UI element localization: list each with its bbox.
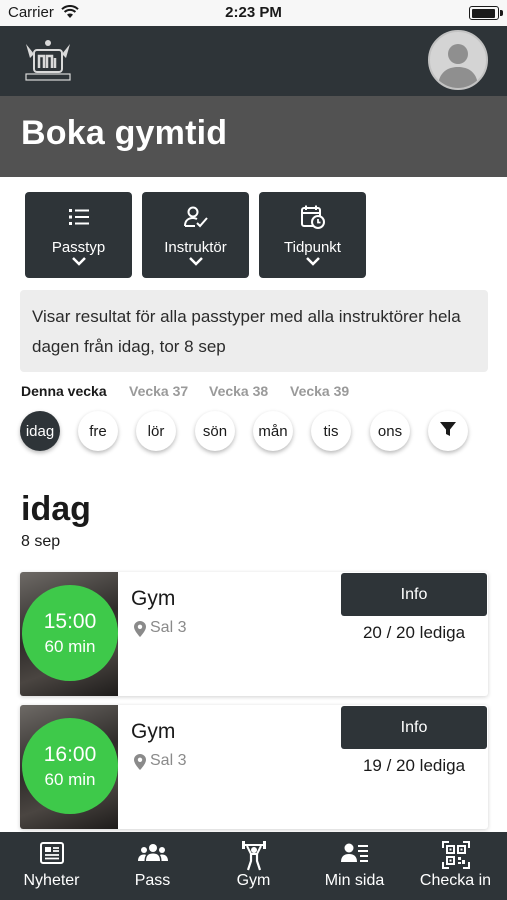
filter-summary: Visar resultat för alla passtyper med al… xyxy=(20,290,488,372)
filter-instruktor-button[interactable]: Instruktör xyxy=(142,192,249,278)
avatar[interactable] xyxy=(428,30,488,90)
calendar-clock-icon xyxy=(259,204,366,230)
tab-gym[interactable]: Gym xyxy=(203,832,304,900)
filter-tidpunkt-button[interactable]: Tidpunkt xyxy=(259,192,366,278)
tab-nyheter[interactable]: Nyheter xyxy=(1,832,102,900)
location-pin-icon xyxy=(134,621,146,642)
tab-label: Pass xyxy=(134,872,171,889)
week-tab-vecka-37[interactable]: Vecka 37 xyxy=(129,383,188,399)
user-check-icon xyxy=(142,204,249,230)
tab-min-sida[interactable]: Min sida xyxy=(304,832,405,900)
list-icon xyxy=(25,204,132,230)
session-name: Gym xyxy=(131,720,176,743)
day-pill-ons[interactable]: ons xyxy=(370,411,410,451)
filter-label: Instruktör xyxy=(164,239,227,256)
session-time-badge: 16:00 60 min xyxy=(22,718,118,814)
week-tab-vecka-39[interactable]: Vecka 39 xyxy=(290,383,349,399)
chevron-down-icon xyxy=(142,256,249,266)
session-time: 16:00 xyxy=(43,743,97,766)
week-tab-vecka-38[interactable]: Vecka 38 xyxy=(209,383,268,399)
filter-label: Passtyp xyxy=(51,239,106,256)
tab-label: Nyheter xyxy=(23,872,80,889)
week-tab-denna-vecka[interactable]: Denna vecka xyxy=(21,383,107,399)
chevron-down-icon xyxy=(259,256,366,266)
day-pill-idag[interactable]: idag xyxy=(20,411,60,451)
tab-checka-in[interactable]: Checka in xyxy=(405,832,506,900)
tab-pass[interactable]: Pass xyxy=(102,832,203,900)
filter-label: Tidpunkt xyxy=(284,239,341,256)
filter-passtyp-button[interactable]: Passtyp xyxy=(25,192,132,278)
day-pill-fre[interactable]: fre xyxy=(78,411,118,451)
tab-label: Min sida xyxy=(324,872,385,889)
location-pin-icon xyxy=(134,754,146,775)
session-time-badge: 15:00 60 min xyxy=(22,585,118,681)
info-button[interactable]: Info xyxy=(341,706,487,749)
day-pill-lor[interactable]: lör xyxy=(136,411,176,451)
weightlifter-icon xyxy=(203,841,304,871)
session-time: 15:00 xyxy=(43,610,97,633)
bottom-tab-bar: Nyheter Pass Gym Min sida Checka in xyxy=(0,832,507,900)
session-duration: 60 min xyxy=(44,770,96,789)
day-pill-tis[interactable]: tis xyxy=(311,411,351,451)
day-pill-man[interactable]: mån xyxy=(253,411,293,451)
session-duration: 60 min xyxy=(44,637,96,656)
tab-label: Checka in xyxy=(419,872,492,889)
day-pill-son[interactable]: sön xyxy=(195,411,235,451)
profile-list-icon xyxy=(304,841,405,869)
session-name: Gym xyxy=(131,587,176,610)
available-spots: 20 / 20 lediga xyxy=(362,623,466,642)
battery-icon xyxy=(469,6,503,20)
session-room: Sal 3 xyxy=(150,619,187,636)
title-banner: Boka gymtid xyxy=(0,96,507,177)
info-button[interactable]: Info xyxy=(341,573,487,616)
gym-logo-icon[interactable] xyxy=(20,36,76,86)
day-date: 8 sep xyxy=(21,533,61,550)
session-card[interactable]: 15:00 60 min Gym Sal 3 Info 20 / 20 ledi… xyxy=(20,572,488,696)
day-heading: idag xyxy=(21,490,91,528)
page-title: Boka gymtid xyxy=(21,114,228,152)
session-card[interactable]: 16:00 60 min Gym Sal 3 Info 19 / 20 ledi… xyxy=(20,705,488,829)
available-spots: 19 / 20 lediga xyxy=(362,756,466,775)
status-bar: Carrier 2:23 PM xyxy=(0,0,507,26)
group-icon xyxy=(102,841,203,869)
chevron-down-icon xyxy=(25,256,132,266)
qr-code-icon xyxy=(405,841,506,869)
session-room: Sal 3 xyxy=(150,752,187,769)
clock: 2:23 PM xyxy=(225,4,282,21)
filter-day-button[interactable] xyxy=(428,411,468,451)
app-header xyxy=(0,26,507,96)
funnel-icon xyxy=(439,420,457,442)
tab-label: Gym xyxy=(236,872,271,889)
news-icon xyxy=(1,841,102,869)
